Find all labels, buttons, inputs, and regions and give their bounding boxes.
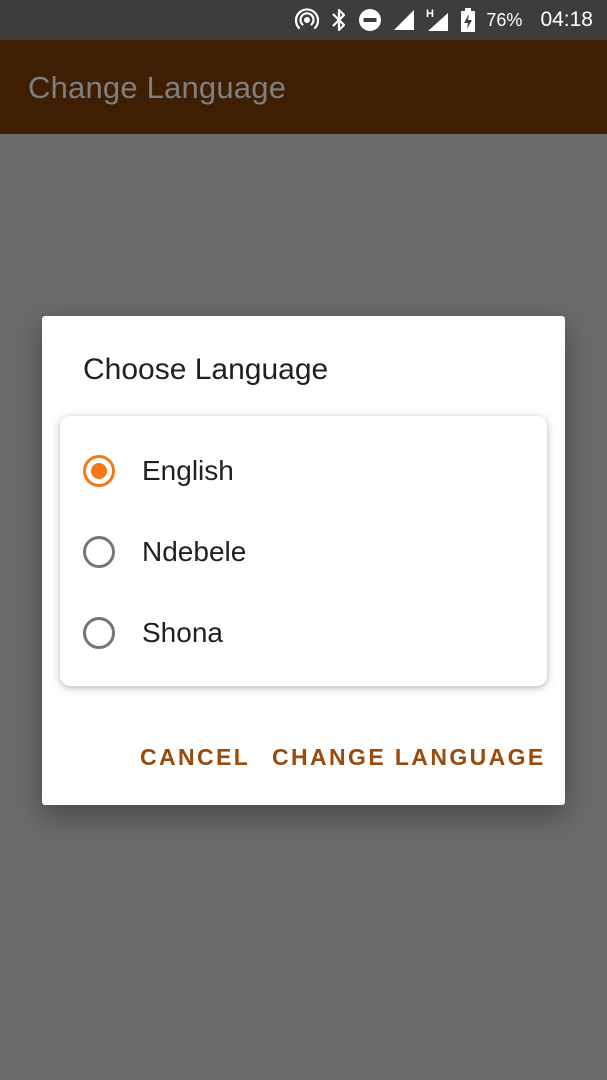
app-bar: Change Language bbox=[0, 40, 607, 134]
radio-unselected-icon[interactable] bbox=[83, 536, 115, 568]
clock: 04:18 bbox=[540, 8, 593, 31]
radio-selected-icon[interactable] bbox=[83, 455, 115, 487]
change-language-button[interactable]: CHANGE LANGUAGE bbox=[272, 744, 546, 771]
signal-icon bbox=[392, 8, 416, 32]
app-title: Change Language bbox=[28, 70, 287, 105]
language-option-label: Shona bbox=[142, 617, 223, 648]
choose-language-dialog: Choose Language English Ndebele Shona CA… bbox=[42, 316, 565, 805]
battery-percentage: 76% bbox=[486, 9, 523, 30]
status-bar: H 76% 04:18 bbox=[0, 0, 607, 40]
language-option-ndebele[interactable]: Ndebele bbox=[60, 512, 547, 592]
language-option-english[interactable]: English bbox=[60, 431, 547, 511]
battery-charging-icon bbox=[460, 7, 476, 33]
bluetooth-icon bbox=[330, 7, 348, 33]
language-option-label: English bbox=[142, 455, 234, 486]
dialog-title: Choose Language bbox=[83, 353, 329, 386]
language-option-label: Ndebele bbox=[142, 536, 247, 567]
radio-dot bbox=[91, 463, 107, 479]
signal-h-icon: H bbox=[426, 7, 450, 33]
do-not-disturb-icon bbox=[358, 8, 382, 32]
status-icons: H 76% 04:18 bbox=[294, 0, 593, 40]
svg-text:H: H bbox=[426, 8, 434, 20]
radio-unselected-icon[interactable] bbox=[83, 617, 115, 649]
cancel-button[interactable]: CANCEL bbox=[140, 744, 250, 771]
language-option-shona[interactable]: Shona bbox=[60, 593, 547, 673]
hotspot-icon bbox=[294, 7, 320, 33]
language-options-card: English Ndebele Shona bbox=[60, 416, 547, 686]
